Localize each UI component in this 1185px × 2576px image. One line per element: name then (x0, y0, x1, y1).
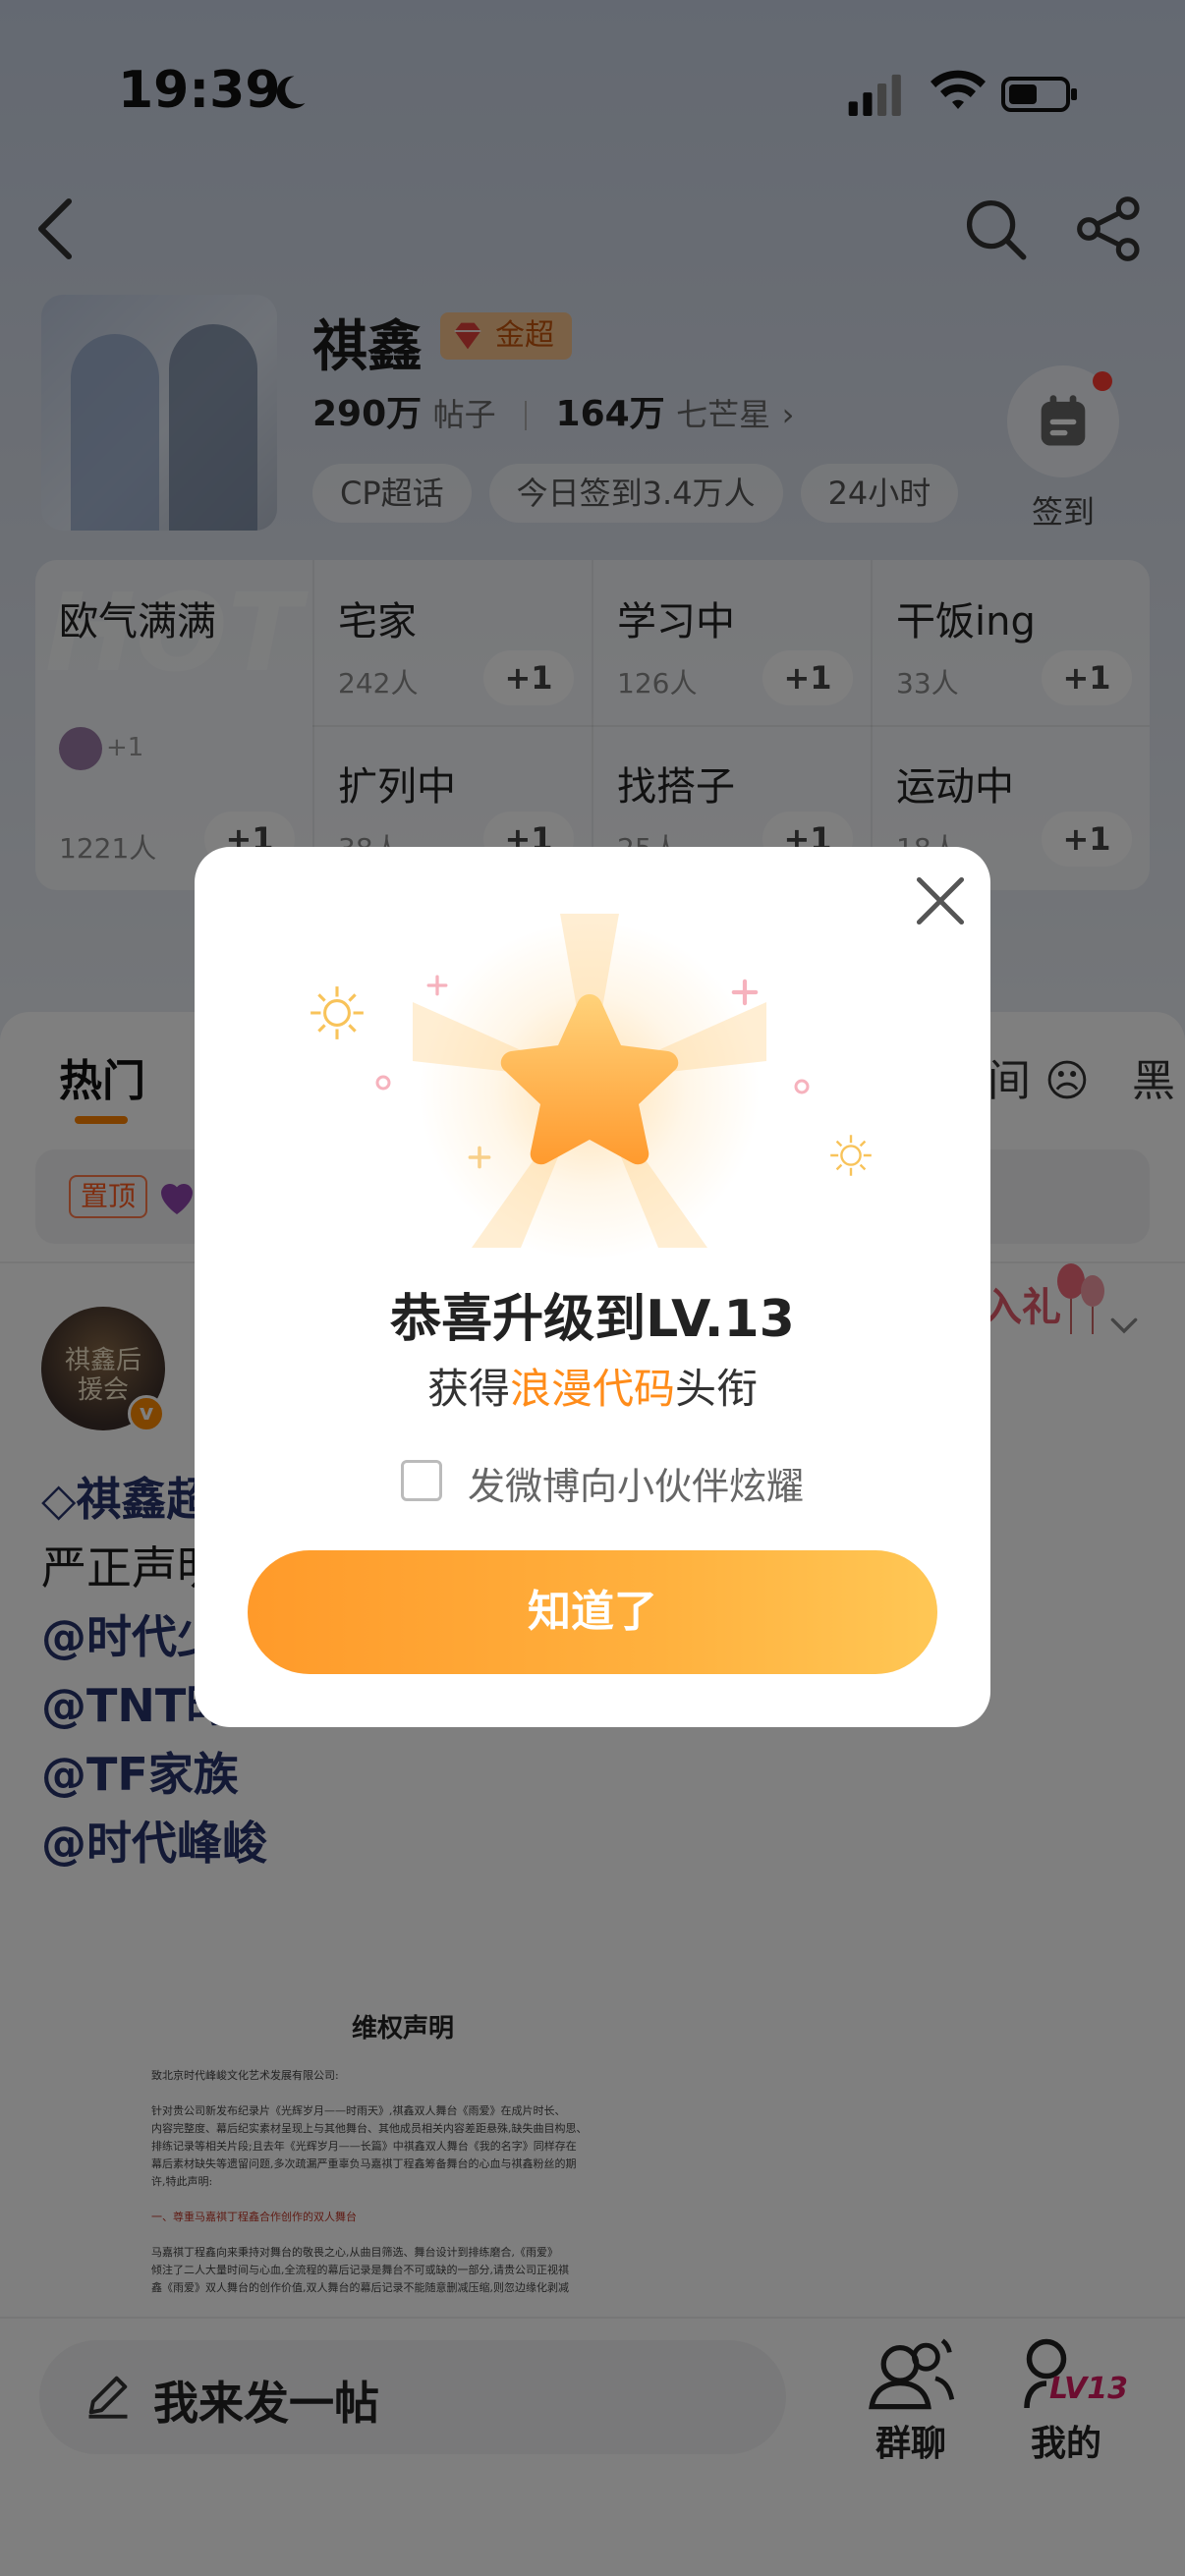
got-it-button[interactable]: 知道了 (248, 1550, 937, 1674)
title-name-highlight: 浪漫代码 (509, 1365, 675, 1413)
share-to-weibo-label[interactable]: 发微博向小伙伴炫耀 (468, 1456, 804, 1510)
plus-sparkle-icon (468, 1146, 491, 1169)
subtitle-prefix: 获得 (426, 1365, 510, 1413)
share-to-weibo-checkbox[interactable] (401, 1460, 442, 1501)
sparkle-icon (830, 1135, 872, 1176)
star-icon (500, 994, 679, 1165)
modal-subtitle: 获得浪漫代码头衔 (195, 1356, 990, 1416)
sparkle-icon (310, 986, 364, 1039)
ring-sparkle-icon (375, 1075, 391, 1091)
modal-title: 恭喜升级到LV.13 (390, 1290, 795, 1349)
ring-sparkle-icon (794, 1079, 810, 1094)
subtitle-suffix: 头衔 (675, 1365, 759, 1413)
close-icon[interactable] (904, 865, 977, 937)
plus-sparkle-icon (426, 975, 448, 996)
plus-sparkle-icon (731, 979, 759, 1006)
